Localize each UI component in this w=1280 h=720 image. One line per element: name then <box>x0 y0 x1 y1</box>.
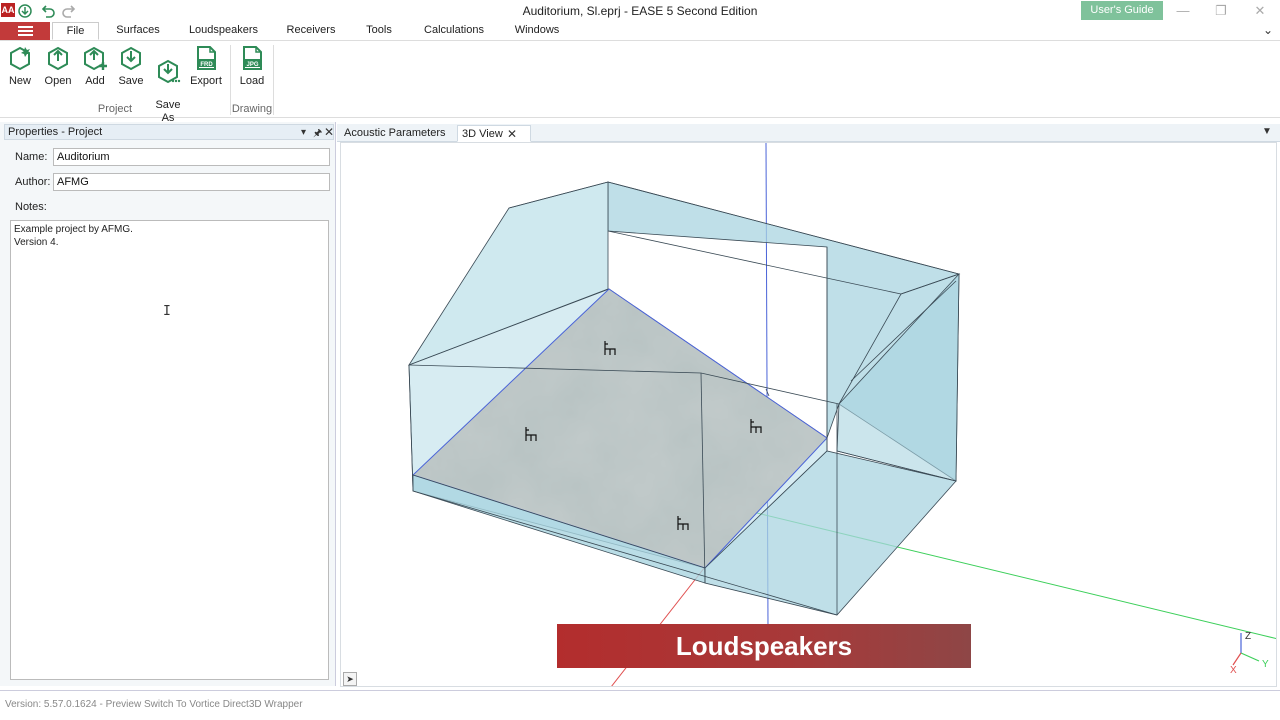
properties-title: Properties - Project <box>8 126 103 138</box>
name-label: Name: <box>15 151 48 163</box>
status-bar: Version: 5.57.0.1624 - Preview Switch To… <box>0 690 1280 720</box>
save-button[interactable]: Save <box>113 45 149 87</box>
author-field[interactable] <box>53 173 330 191</box>
status-text: Version: 5.57.0.1624 - Preview Switch To… <box>5 699 303 710</box>
add-label: Add <box>85 75 105 87</box>
load-badge: JPG <box>246 62 258 68</box>
overlay-banner: Loudspeakers <box>557 624 971 668</box>
export-badge: FRD <box>200 62 213 68</box>
load-jpg-icon: JPG <box>243 46 262 70</box>
tab-3d-view[interactable]: 3D View <box>457 125 531 142</box>
menu-bar: File Surfaces Loudspeakers Receivers Too… <box>0 22 1280 40</box>
open-label: Open <box>44 75 72 87</box>
save-as-icon <box>158 59 181 84</box>
3d-model: Z X Y <box>408 143 1276 686</box>
load-button[interactable]: JPG Load <box>234 45 270 87</box>
new-label: New <box>8 75 31 87</box>
notes-textarea[interactable]: Example project by AFMG. Version 4. <box>10 220 329 680</box>
properties-header: Properties - Project ▾ 🖈 ✕ <box>4 124 334 140</box>
tabs-dropdown-icon[interactable]: ▼ <box>1262 126 1272 137</box>
add-project-icon <box>84 46 107 71</box>
hamburger-menu-icon[interactable] <box>0 22 50 40</box>
name-field[interactable] <box>53 148 330 166</box>
add-button[interactable]: Add <box>77 45 113 87</box>
tab-tools[interactable]: Tools <box>358 22 400 40</box>
new-button[interactable]: New <box>2 45 38 87</box>
properties-pane: Properties - Project ▾ 🖈 ✕ Name: Author:… <box>0 122 336 686</box>
tab-loudspeakers[interactable]: Loudspeakers <box>186 22 261 40</box>
pane-close-icon[interactable]: ✕ <box>324 125 334 139</box>
tab-surfaces[interactable]: Surfaces <box>110 22 166 40</box>
new-project-icon <box>10 46 30 71</box>
users-guide-button[interactable]: User's Guide <box>1081 1 1163 20</box>
tab-3d-view-label: 3D View <box>462 128 503 140</box>
load-label: Load <box>239 75 265 87</box>
ribbon-separator <box>273 45 274 115</box>
tab-receivers[interactable]: Receivers <box>280 22 342 40</box>
axis-y-label: Y <box>1262 659 1269 670</box>
pane-dropdown-icon[interactable]: ▾ <box>301 127 306 138</box>
tab-acoustic-parameters[interactable]: Acoustic Parameters <box>340 125 449 142</box>
tab-file[interactable]: File <box>52 22 99 40</box>
tab-calculations[interactable]: Calculations <box>418 22 490 40</box>
axis-x-label: X <box>1230 665 1237 676</box>
pin-icon[interactable]: 🖈 <box>313 126 322 143</box>
save-project-icon <box>121 46 141 71</box>
export-frd-icon: FRD <box>197 46 216 70</box>
export-label: Export <box>190 75 222 87</box>
title-bar: AA Auditorium, Sl.eprj - EASE 5 Second E… <box>0 0 1280 22</box>
close-icon[interactable]: ✕ <box>1249 2 1271 20</box>
save-label: Save <box>118 75 144 87</box>
pointer-tool-icon[interactable]: ➤ <box>343 672 357 686</box>
document-area: Acoustic Parameters 3D View ✕ ▼ Z X Y Lo… <box>337 122 1280 688</box>
open-project-icon <box>48 46 68 71</box>
text-cursor-icon: I <box>163 304 171 319</box>
axis-gizmo: Z X Y <box>1230 631 1269 676</box>
3d-viewport[interactable]: Z X Y Loudspeakers ➤ <box>340 142 1277 687</box>
ribbon: New Open Add Save Save As FRD Export JPG… <box>0 40 1280 124</box>
export-button[interactable]: FRD Export <box>188 45 224 87</box>
author-label: Author: <box>15 176 51 188</box>
minimize-icon[interactable]: — <box>1172 2 1194 20</box>
open-button[interactable]: Open <box>40 45 76 87</box>
tab-windows[interactable]: Windows <box>508 22 566 40</box>
restore-icon[interactable]: ❐ <box>1210 2 1232 20</box>
group-project-label: Project <box>97 103 133 115</box>
tab-close-icon[interactable]: ✕ <box>507 128 517 140</box>
chevron-down-icon[interactable]: ⌄ <box>1263 23 1273 37</box>
document-tabs: Acoustic Parameters 3D View ✕ ▼ <box>337 124 1280 142</box>
group-drawing-label: Drawing <box>231 103 273 115</box>
notes-label: Notes: <box>15 201 47 213</box>
axis-z-label: Z <box>1245 631 1251 642</box>
